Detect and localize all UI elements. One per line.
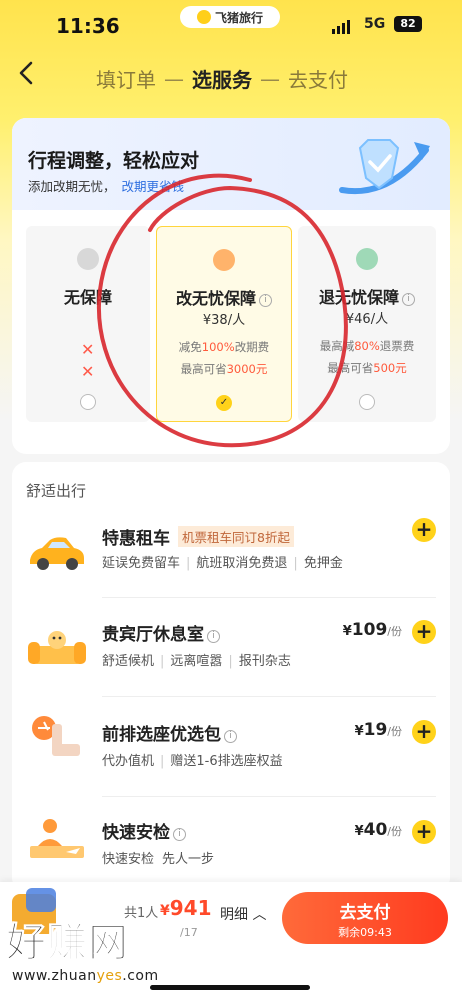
signal-icon xyxy=(332,20,350,34)
service-name: 特惠租车 机票租车同订8折起 xyxy=(102,524,294,549)
checkout-nav: 填订单 — 选服务 — 去支付 xyxy=(0,58,462,98)
watermark-text: 好赚网 xyxy=(6,920,129,967)
app-indicator-pill[interactable]: 飞猪旅行 xyxy=(180,6,280,28)
service-desc: 快速安检 先人一步 xyxy=(102,852,215,867)
chevron-left-icon[interactable] xyxy=(18,60,48,94)
price-detail-toggle[interactable]: 明细 ︿ xyxy=(220,904,266,924)
status-time: 11:36 xyxy=(56,14,120,38)
red-circle-annotation xyxy=(96,173,348,448)
service-desc: 代办值机 | 赠送1-6排选座权益 xyxy=(102,754,283,769)
service-name: 贵宾厅休息室 i xyxy=(102,620,220,645)
add-button[interactable]: + xyxy=(412,820,436,844)
divider xyxy=(102,696,436,697)
security-check-icon xyxy=(30,819,84,858)
watermark-url: www.zhuanyes.com xyxy=(12,968,159,984)
status-bar: 11:36 飞猪旅行 5G 82 xyxy=(0,0,462,50)
pay-label: 去支付 xyxy=(339,903,391,923)
step-separator: — xyxy=(260,66,280,91)
app-name: 飞猪旅行 xyxy=(214,10,263,25)
plan-radio[interactable] xyxy=(359,394,375,410)
divider xyxy=(102,796,436,797)
pay-button[interactable]: 去支付 剩余09:43 xyxy=(282,892,448,944)
car-icon xyxy=(30,537,84,570)
add-button[interactable]: + xyxy=(412,518,436,542)
step-pay: 去支付 xyxy=(288,68,348,92)
service-car-rental[interactable]: 特惠租车 机票租车同订8折起 延误免费留车 | 航班取消免费退 | 免押金 + xyxy=(12,506,450,606)
service-vip-lounge[interactable]: 贵宾厅休息室 i 舒适候机 | 远离喧嚣 | 报刊杂志 ¥109/份 + xyxy=(12,598,450,698)
service-seat-package[interactable]: 前排选座优选包 i 代办值机 | 赠送1-6排选座权益 ¥19/份 + xyxy=(12,698,450,798)
add-button[interactable]: + xyxy=(412,620,436,644)
step-separator: — xyxy=(164,66,184,91)
service-desc: 延误免费留车 | 航班取消免费退 | 免押金 xyxy=(102,556,343,571)
step-indicator: 填订单 — 选服务 — 去支付 xyxy=(96,64,348,93)
step-fill-order: 填订单 xyxy=(96,68,156,92)
chevron-up-icon: ︿ xyxy=(252,907,267,923)
service-price: ¥19/份 xyxy=(354,720,402,740)
step-select-service: 选服务 xyxy=(192,68,252,92)
fliggy-logo-icon xyxy=(196,10,211,24)
promo-tag: 机票租车同订8折起 xyxy=(178,526,294,547)
battery-icon: 82 xyxy=(394,16,422,32)
comfort-travel-section: 舒适出行 特惠租车 机票租车同订8折起 延误免费留车 | 航班取消免费退 | 免押金 + … xyxy=(12,462,450,892)
pay-countdown: 剩余09:43 xyxy=(338,926,392,939)
service-name: 快速安检 i xyxy=(102,818,186,843)
add-button[interactable]: + xyxy=(412,720,436,744)
info-icon[interactable]: i xyxy=(402,293,415,306)
home-indicator[interactable] xyxy=(150,985,310,990)
lounge-sofa-icon xyxy=(28,631,86,664)
service-price: ¥40/份 xyxy=(354,820,402,840)
info-icon[interactable]: i xyxy=(173,828,186,841)
section-title: 舒适出行 xyxy=(26,482,87,500)
service-name: 前排选座优选包 i xyxy=(102,720,237,745)
info-icon[interactable]: i xyxy=(224,730,237,743)
network-type: 5G xyxy=(364,16,386,32)
service-desc: 舒适候机 | 远离喧嚣 | 报刊杂志 xyxy=(102,654,291,669)
seat-icon xyxy=(32,716,80,756)
service-price: ¥109/份 xyxy=(342,620,402,640)
watermark: 好赚网 www.zhuanyes.com xyxy=(0,880,200,1000)
info-icon[interactable]: i xyxy=(207,630,220,643)
